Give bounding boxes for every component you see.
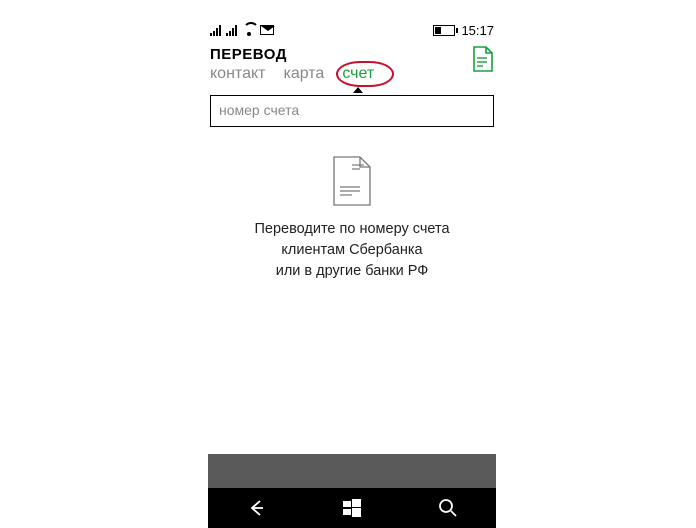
document-button[interactable] <box>472 46 494 72</box>
empty-text: Переводите по номеру счета клиентам Сбер… <box>208 219 496 282</box>
status-right: 15:17 <box>433 23 494 38</box>
start-button[interactable] <box>332 488 372 528</box>
page-title: ПЕРЕВОД <box>210 46 374 63</box>
signal-sim1-icon <box>210 24 222 36</box>
tab-contact[interactable]: контакт <box>210 65 265 83</box>
empty-line-2: клиентам Сбербанка <box>208 240 496 261</box>
account-number-input[interactable] <box>219 102 485 118</box>
header: ПЕРЕВОД контакт карта счет <box>208 40 496 127</box>
tabs: контакт карта счет <box>210 65 374 83</box>
battery-icon <box>433 25 455 36</box>
phone-screen: 15:17 ПЕРЕВОД контакт карта счет <box>208 20 496 528</box>
tab-account[interactable]: счет <box>342 65 374 83</box>
tab-caret-icon <box>353 87 363 93</box>
status-left <box>210 24 274 36</box>
signal-sim2-icon <box>226 24 238 36</box>
empty-state: Переводите по номеру счета клиентам Сбер… <box>208 155 496 282</box>
search-button[interactable] <box>428 488 468 528</box>
document-icon <box>330 155 374 207</box>
message-icon <box>260 25 274 35</box>
empty-line-3: или в другие банки РФ <box>208 261 496 282</box>
account-number-field[interactable] <box>210 95 494 127</box>
tab-account-label: счет <box>342 65 374 82</box>
tab-card[interactable]: карта <box>283 65 324 83</box>
app-bar <box>208 454 496 488</box>
back-button[interactable] <box>236 488 276 528</box>
nav-bar <box>208 488 496 528</box>
status-bar: 15:17 <box>208 20 496 40</box>
clock: 15:17 <box>461 23 494 38</box>
empty-line-1: Переводите по номеру счета <box>208 219 496 240</box>
wifi-icon <box>242 24 256 36</box>
